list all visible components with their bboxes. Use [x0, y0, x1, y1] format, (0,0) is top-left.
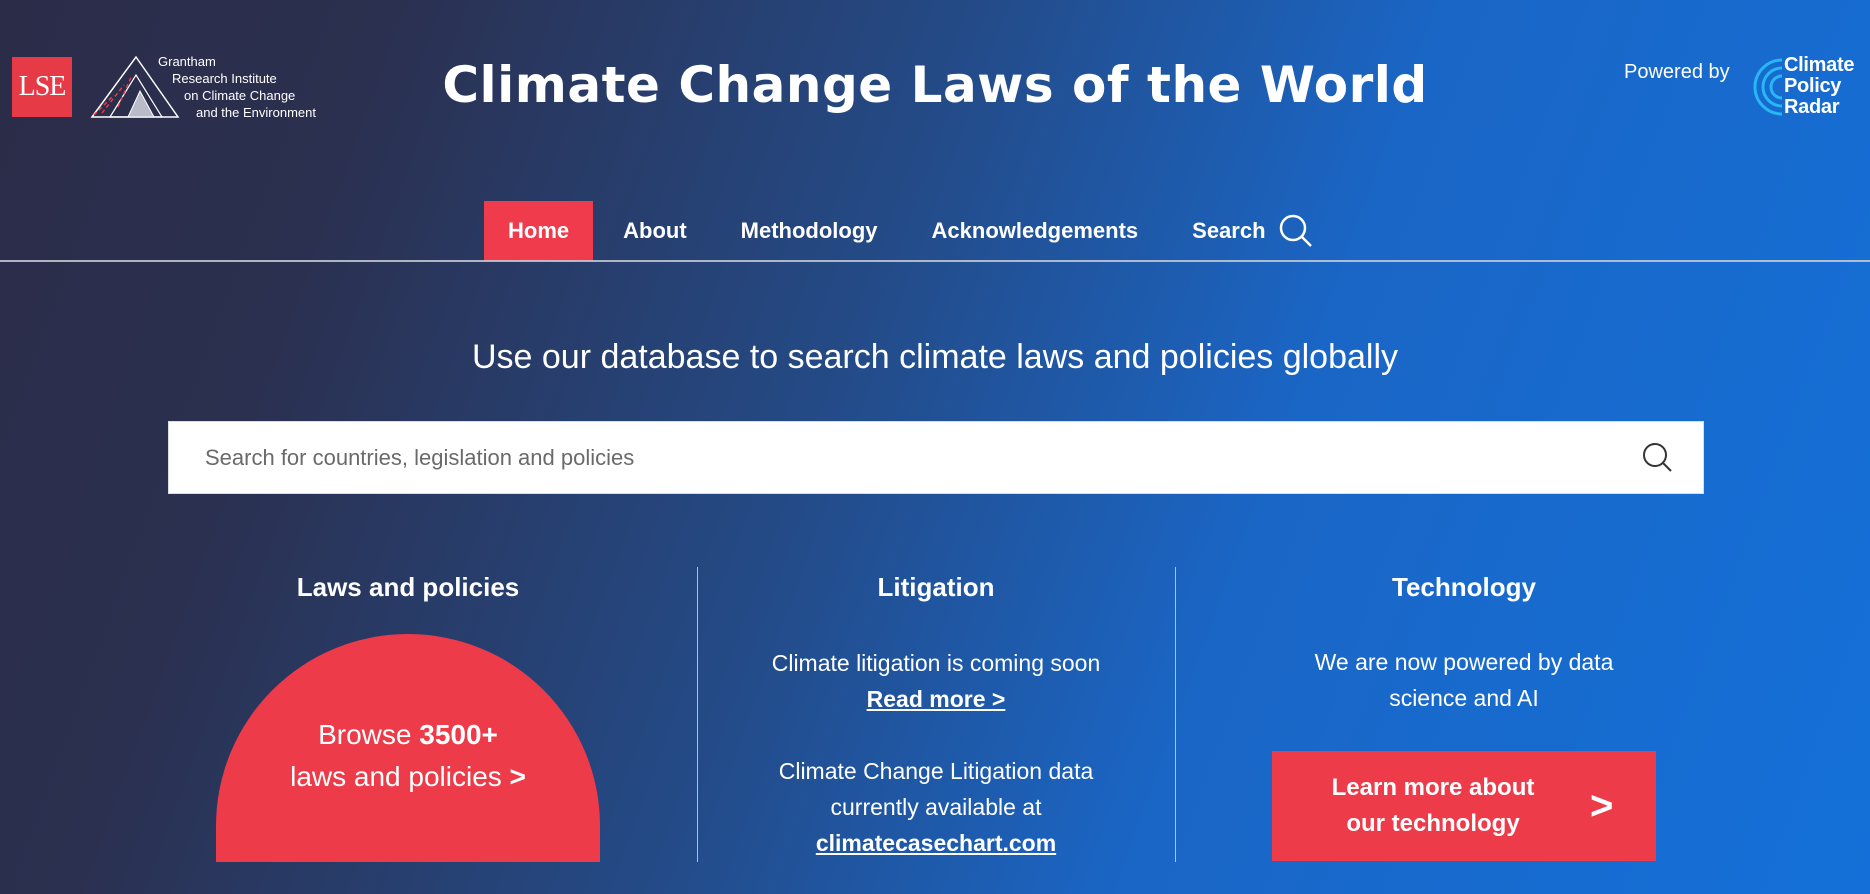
learn-more-line-2: our technology	[1346, 810, 1520, 837]
nav-home-label: Home	[508, 218, 570, 243]
climate-policy-radar-icon[interactable]	[1744, 56, 1784, 118]
nav-home[interactable]: Home	[484, 201, 594, 261]
hero-tagline: Use our database to search climate laws …	[471, 338, 1399, 376]
litigation-data-line-2: currently available at	[830, 794, 1042, 820]
litigation-data-line-1: Climate Change Litigation data	[778, 758, 1094, 784]
nav-about-label: About	[623, 218, 687, 243]
litigation-title: Litigation	[877, 572, 995, 602]
learn-more-technology-button[interactable]: Learn more about our technology >	[1272, 751, 1656, 861]
browse-prefix: Browse	[318, 719, 420, 750]
powered-by-label: Powered by	[1624, 61, 1730, 83]
browse-line-2-text: laws and policies	[290, 761, 510, 792]
nav-search-label: Search	[1192, 218, 1266, 243]
technology-title: Technology	[1392, 572, 1536, 602]
litigation-coming-soon: Climate litigation is coming soon	[771, 650, 1101, 676]
nav-acknowledgements-label: Acknowledgements	[931, 218, 1139, 243]
browse-chevron-icon: >	[509, 761, 526, 792]
litigation-read-more-link[interactable]: Read more >	[867, 686, 1006, 712]
nav-divider	[0, 260, 1870, 262]
nav-search[interactable]: Search	[1162, 201, 1337, 261]
technology-text-line-1: We are now powered by data	[1314, 649, 1614, 675]
technology-text: We are now powered by data science and A…	[1244, 644, 1684, 716]
nav-methodology-label: Methodology	[740, 218, 878, 243]
learn-more-line-1: Learn more about	[1331, 774, 1535, 801]
laws-count: 3500+	[419, 719, 498, 750]
laws-policies-title: Laws and policies	[296, 572, 520, 602]
chevron-right-icon: >	[1590, 783, 1614, 828]
climate-case-chart-link[interactable]: climatecasechart.com	[816, 830, 1056, 856]
partner-line-3: Radar	[1784, 96, 1840, 118]
nav-about[interactable]: About	[593, 201, 711, 261]
nav-acknowledgements[interactable]: Acknowledgements	[902, 201, 1163, 261]
nav-methodology[interactable]: Methodology	[711, 201, 902, 261]
site-title: Climate Change Laws of the World	[442, 56, 1428, 114]
main-nav: Home About Methodology Acknowledgements …	[484, 201, 1338, 261]
technology-text-line-2: science and AI	[1389, 685, 1539, 711]
browse-laws-button[interactable]: Browse 3500+ laws and policies >	[216, 634, 600, 862]
search-bar	[168, 421, 1704, 494]
litigation-text: Climate litigation is coming soon Read m…	[716, 645, 1156, 861]
climate-policy-radar-logo[interactable]: Climate Policy Radar	[1784, 55, 1854, 118]
browse-line-1: Browse 3500+	[318, 714, 498, 756]
search-icon	[1279, 214, 1312, 247]
partner-line-2: Policy	[1784, 75, 1842, 97]
partner-line-1: Climate	[1784, 54, 1855, 76]
column-divider-1	[697, 567, 698, 862]
column-divider-2	[1175, 567, 1176, 862]
search-input[interactable]	[169, 422, 1641, 493]
browse-line-2: laws and policies >	[290, 756, 526, 798]
learn-more-label: Learn more about our technology	[1308, 770, 1558, 842]
search-submit-icon[interactable]	[1641, 441, 1675, 475]
